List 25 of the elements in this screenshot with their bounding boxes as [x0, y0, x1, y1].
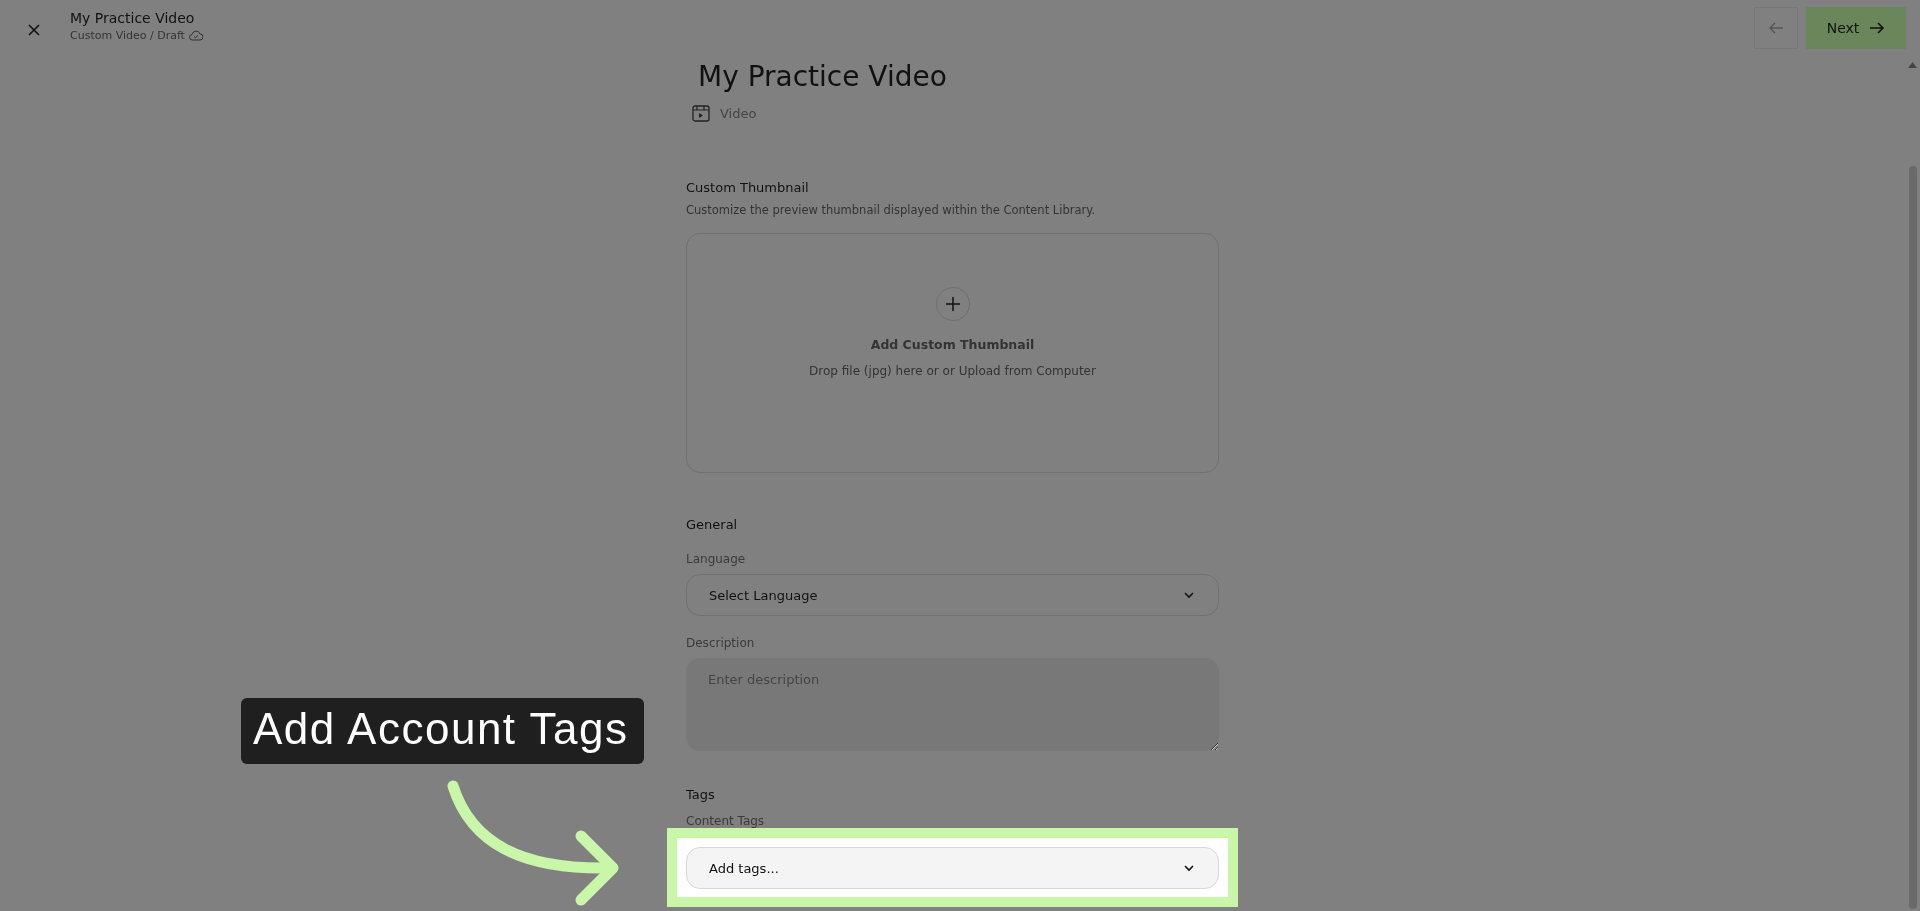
next-button[interactable]: Next	[1806, 7, 1906, 49]
cloud-check-icon	[188, 30, 203, 41]
video-icon	[692, 105, 710, 122]
breadcrumb: Custom Video / Draft	[70, 29, 185, 42]
language-dropdown[interactable]: Select Language	[686, 574, 1219, 616]
scroll-up-icon[interactable]	[1908, 62, 1917, 68]
plus-icon	[944, 295, 961, 312]
section-heading: General	[686, 517, 739, 532]
section-heading: Custom Thumbnail	[686, 180, 810, 195]
dropzone-hint: Drop file (jpg) here or or Upload from Computer	[809, 363, 1096, 378]
page-title: My Practice Video	[698, 60, 948, 93]
back-button[interactable]	[1754, 7, 1798, 49]
thumbnail-dropzone[interactable]: Add Custom Thumbnail Drop file (jpg) here or or Upload from Computer	[686, 233, 1219, 473]
arrow-left-icon	[1768, 21, 1784, 35]
tags-dropdown[interactable]: Add tags...	[686, 847, 1219, 889]
video-title: My Practice Video	[70, 10, 196, 26]
field-label: Content Tags	[686, 814, 766, 828]
field-label: Language	[686, 552, 747, 566]
section-description: Customize the preview thumbnail displayed within the Content Library.	[686, 203, 1097, 217]
dropzone-title: Add Custom Thumbnail	[870, 336, 1035, 352]
section-heading: Tags	[686, 787, 716, 802]
field-label: Description	[686, 636, 756, 650]
content-type-label: Video	[720, 106, 757, 121]
arrow-right-icon	[1869, 21, 1886, 35]
callout-label: Add Account Tags	[241, 698, 645, 764]
